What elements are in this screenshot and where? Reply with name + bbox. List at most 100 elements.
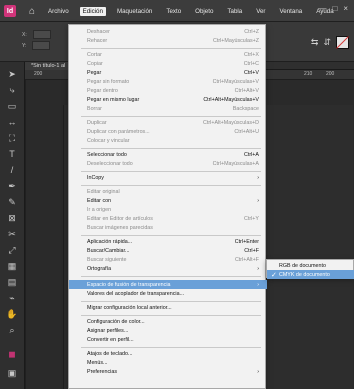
menu-archivo[interactable]: Archivo [45,7,72,16]
menu-item-configuracion-color[interactable]: Configuración de color... [69,317,267,326]
menu-item-buscar-siguiente[interactable]: Buscar siguiente Ctrl+Alt+F [69,255,267,264]
menu-item-pegar-en-mismo-lugar[interactable]: Pegar en mismo lugar Ctrl+Alt+Mayúsculas… [69,95,267,104]
indesign-logo: Id [4,5,16,17]
menu-item-shortcut: Ctrl+X [244,51,259,58]
menu-item-duplicar[interactable]: Duplicar Ctrl+Alt+Mayúsculas+D [69,118,267,127]
tab-document[interactable]: *Sin título-1 al [25,62,73,70]
ruler-value: 200 [326,71,335,77]
fill-swatch[interactable] [336,35,349,49]
menu-item-asignar-perfiles[interactable]: Asignar perfiles... [69,326,267,335]
eyedropper-tool-icon[interactable]: ⌁ [6,292,18,304]
menu-ver[interactable]: Ver [253,7,268,16]
menu-item-espacio-fusion-transparencia[interactable]: Espacio de fusión de transparencia › [69,280,267,289]
line-tool-icon[interactable]: / [6,164,18,176]
submenu-item-rgb[interactable]: RGB de documento [267,261,354,270]
free-transform-tool-icon[interactable]: ⤢ [6,244,18,256]
menu-item-borrar[interactable]: Borrar Backspace [69,104,267,113]
align-icon[interactable]: ⇆ [311,37,319,48]
menu-item-shortcut: Ctrl+V [244,69,259,76]
menu-ventana[interactable]: Ventana [277,7,306,16]
menu-item-cortar[interactable]: Cortar Ctrl+X [69,50,267,59]
menu-separator [81,148,261,149]
menu-item-label: Editar en Editor de artículos [87,215,153,222]
submenu-arrow-icon: › [257,197,259,204]
menu-edicion[interactable]: Edición [79,6,106,16]
menu-separator [81,301,261,302]
close-icon[interactable]: × [343,4,348,13]
x-label: X: [22,31,27,38]
distribute-icon[interactable]: ⇵ [323,37,331,48]
selection-tool-icon[interactable]: ➤ [6,68,18,80]
menu-item-label: Borrar [87,105,102,112]
page-tool-icon[interactable]: ▭ [6,100,18,112]
pen-tool-icon[interactable]: ✒ [6,180,18,192]
scissors-tool-icon[interactable]: ✂ [6,228,18,240]
menu-separator [81,276,261,277]
menu-item-incopy[interactable]: InCopy › [69,173,267,182]
maximize-icon[interactable]: □ [332,4,337,13]
submenu-transparency-blend-space: RGB de documento ✓ CMYK de documento [266,259,354,279]
gap-tool-icon[interactable]: ↔ [6,116,18,128]
x-field[interactable] [32,30,51,39]
zoom-tool-icon[interactable]: ⌕ [6,324,18,336]
menu-item-deshacer[interactable]: Deshacer Ctrl+Z [69,27,267,36]
menu-item-deseleccionar-todo[interactable]: Deseleccionar todo Ctrl+Mayúsculas+A [69,159,267,168]
menu-item-editar-en-editor-articulos[interactable]: Editar en Editor de artículos Ctrl+Y [69,214,267,223]
menu-item-label: InCopy [87,174,104,181]
menu-separator [81,235,261,236]
menu-item-shortcut: Ctrl+Alt+V [234,87,259,94]
menu-item-label: Valores del acoplador de transparencia..… [87,290,185,297]
menu-item-ortografia[interactable]: Ortografía › [69,264,267,273]
menu-item-shortcut: Ctrl+Enter [234,238,259,245]
menu-item-menus[interactable]: Menús... [69,358,267,367]
menu-item-editar-original[interactable]: Editar original [69,187,267,196]
menu-item-copiar[interactable]: Copiar Ctrl+C [69,59,267,68]
submenu-item-label: RGB de documento [279,262,326,269]
menu-item-editar-con[interactable]: Editar con › [69,196,267,205]
mode-icon[interactable]: ▣ [6,367,18,379]
menu-item-ir-a-origen[interactable]: Ir a origen [69,205,267,214]
menu-item-label: Migrar configuración local anterior... [87,304,172,311]
menu-item-pegar[interactable]: Pegar Ctrl+V [69,68,267,77]
pencil-tool-icon[interactable]: ✎ [6,196,18,208]
menu-item-rehacer[interactable]: Rehacer Ctrl+Mayúsculas+Z [69,36,267,45]
menu-item-shortcut: Ctrl+Alt+Mayúsculas+D [203,119,259,126]
menu-item-valores-acoplador-transparencia[interactable]: Valores del acoplador de transparencia..… [69,289,267,298]
menu-item-buscar-imagenes-parecidas[interactable]: Buscar imágenes parecidas [69,223,267,232]
direct-selection-tool-icon[interactable]: ⤷ [6,84,18,96]
menu-item-aplicacion-rapida[interactable]: Aplicación rápida... Ctrl+Enter [69,237,267,246]
gradient-tool-icon[interactable]: ▦ [6,260,18,272]
menu-item-pegar-dentro[interactable]: Pegar dentro Ctrl+Alt+V [69,86,267,95]
menu-objeto[interactable]: Objeto [192,7,216,16]
content-collector-icon[interactable]: ⛶ [6,132,18,144]
menu-item-seleccionar-todo[interactable]: Seleccionar todo Ctrl+A [69,150,267,159]
menu-item-pegar-sin-formato[interactable]: Pegar sin formato Ctrl+Mayúsculas+V [69,77,267,86]
y-label: Y: [22,42,27,49]
hand-tool-icon[interactable]: ✋ [6,308,18,320]
menu-item-atajos-teclado[interactable]: Atajos de teclado... [69,349,267,358]
fill-stroke-swatch-icon[interactable]: ◼ [6,348,18,360]
menu-maquetacion[interactable]: Maquetación [114,7,155,16]
type-tool-icon[interactable]: T [6,148,18,160]
menu-item-duplicar-con-parametros[interactable]: Duplicar con parámetros... Ctrl+Alt+U [69,127,267,136]
menu-texto[interactable]: Texto [163,7,184,16]
menu-item-shortcut: Ctrl+Alt+F [234,256,259,263]
submenu-item-cmyk[interactable]: ✓ CMYK de documento [267,270,354,279]
menu-item-preferencias[interactable]: Preferencias › [69,367,267,376]
menu-item-shortcut: Ctrl+F [244,247,259,254]
menu-tabla[interactable]: Tabla [224,7,245,16]
menu-item-label: Ir a origen [87,206,112,213]
home-icon[interactable]: ⌂ [26,5,38,17]
menu-item-buscar-cambiar[interactable]: Buscar/Cambiar... Ctrl+F [69,246,267,255]
menu-item-colocar-y-vincular[interactable]: Colocar y vincular [69,136,267,145]
submenu-arrow-icon: › [257,265,259,272]
note-tool-icon[interactable]: ▤ [6,276,18,288]
minimize-icon[interactable]: — [318,4,326,13]
menu-item-convertir-en-perfil[interactable]: Convertir en perfil... [69,335,267,344]
y-field[interactable] [32,41,51,50]
menu-item-label: Pegar [87,69,102,76]
menu-item-migrar-configuracion[interactable]: Migrar configuración local anterior... [69,303,267,312]
menu-item-label: Buscar siguiente [87,256,127,263]
rectangle-frame-tool-icon[interactable]: ⊠ [6,212,18,224]
menu-item-label: Preferencias [87,368,117,375]
